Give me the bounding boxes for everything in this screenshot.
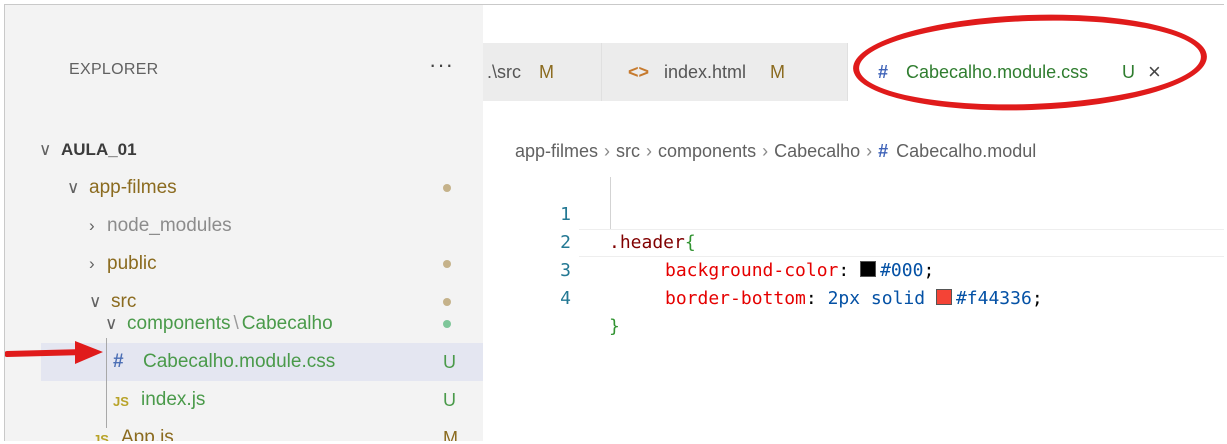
- code-line-4: 4 }: [483, 257, 1224, 337]
- tree-item-label: index.js: [141, 389, 206, 410]
- tree-item-label: Cabecalho.module.css: [143, 351, 336, 372]
- chevron-down-icon: ∨: [67, 178, 80, 197]
- workspace-label: AULA_01: [61, 140, 137, 159]
- breadcrumb: app-filmes › src › components › Cabecalho › # Cab…: [515, 141, 1036, 162]
- chevron-right-icon: ›: [89, 216, 95, 235]
- js-file-icon: JS: [113, 394, 129, 409]
- colon: :: [805, 288, 828, 309]
- tree-item-label: public: [107, 253, 157, 274]
- semicolon: ;: [1031, 288, 1043, 309]
- more-actions-icon[interactable]: ···: [429, 52, 454, 78]
- breadcrumb-file[interactable]: Cabecalho.modul: [896, 141, 1036, 161]
- untracked-dot-icon: [443, 320, 451, 328]
- css-property: border-bottom: [665, 288, 806, 309]
- breadcrumb-item[interactable]: app-filmes: [515, 141, 598, 161]
- untracked-badge: U: [443, 352, 456, 372]
- code-line-2: 2 background-color: #000;: [483, 201, 1224, 281]
- modified-dot-icon: [443, 184, 451, 192]
- chevron-right-icon: ›: [646, 141, 653, 161]
- html-file-icon: <>: [628, 62, 650, 82]
- modified-dot-icon: [443, 260, 451, 268]
- untracked-badge: U: [443, 390, 456, 410]
- tree-item-index-js[interactable]: JS index.js U: [5, 381, 483, 419]
- breadcrumb-item[interactable]: Cabecalho: [774, 141, 860, 161]
- css-color-value: #f44336: [955, 288, 1032, 309]
- close-brace: }: [609, 316, 620, 337]
- path-separator: \: [233, 313, 239, 334]
- vscode-window: EXPLORER ··· ∨ AULA_01 ∨ app-filmes › no…: [4, 4, 1224, 441]
- code-line-3: 3 border-bottom: 2px solid #f44336;: [483, 229, 1224, 309]
- css-value: 2px solid: [827, 288, 936, 309]
- tree-item-label: App.js: [121, 427, 174, 441]
- tab-src[interactable]: .\src M: [483, 43, 602, 101]
- explorer-header: EXPLORER ···: [5, 5, 483, 78]
- chevron-right-icon: ›: [89, 254, 95, 273]
- tab-label: index.html: [664, 62, 747, 82]
- css-file-icon: #: [878, 141, 889, 161]
- chevron-right-icon: ›: [762, 141, 769, 161]
- explorer-sidebar: EXPLORER ··· ∨ AULA_01 ∨ app-filmes › no…: [5, 5, 483, 441]
- tree-item-public[interactable]: › public: [5, 245, 483, 283]
- css-file-icon: #: [113, 351, 124, 372]
- tree-item-app-filmes[interactable]: ∨ app-filmes: [5, 169, 483, 207]
- tree-item-label: app-filmes: [89, 177, 177, 198]
- modified-badge: M: [443, 428, 458, 441]
- chevron-right-icon: ›: [604, 141, 611, 161]
- tree-item-label: node_modules: [107, 215, 232, 236]
- color-swatch-red[interactable]: [935, 289, 952, 305]
- explorer-title: EXPLORER: [69, 61, 159, 78]
- tab-label: .\src: [487, 62, 521, 82]
- line-number: 4: [560, 288, 571, 309]
- chevron-down-icon: ∨: [39, 140, 52, 159]
- code-line-1: 1 .header{: [483, 173, 1224, 253]
- modified-badge: M: [770, 62, 785, 82]
- tree-item-node-modules[interactable]: › node_modules: [5, 207, 483, 245]
- tree-item-label-cabecalho: Cabecalho: [241, 313, 333, 334]
- tree-item-label-components: components: [127, 313, 231, 334]
- workspace-root[interactable]: ∨ AULA_01: [5, 131, 483, 169]
- tab-index-html[interactable]: <> index.html M: [602, 43, 848, 101]
- annotation-arrow-icon: [5, 341, 103, 364]
- tree-item-app-js[interactable]: JS App.js M: [5, 419, 483, 441]
- breadcrumb-item[interactable]: src: [616, 141, 640, 161]
- breadcrumb-item[interactable]: components: [658, 141, 756, 161]
- chevron-right-icon: ›: [866, 141, 873, 161]
- modified-badge: M: [539, 62, 554, 82]
